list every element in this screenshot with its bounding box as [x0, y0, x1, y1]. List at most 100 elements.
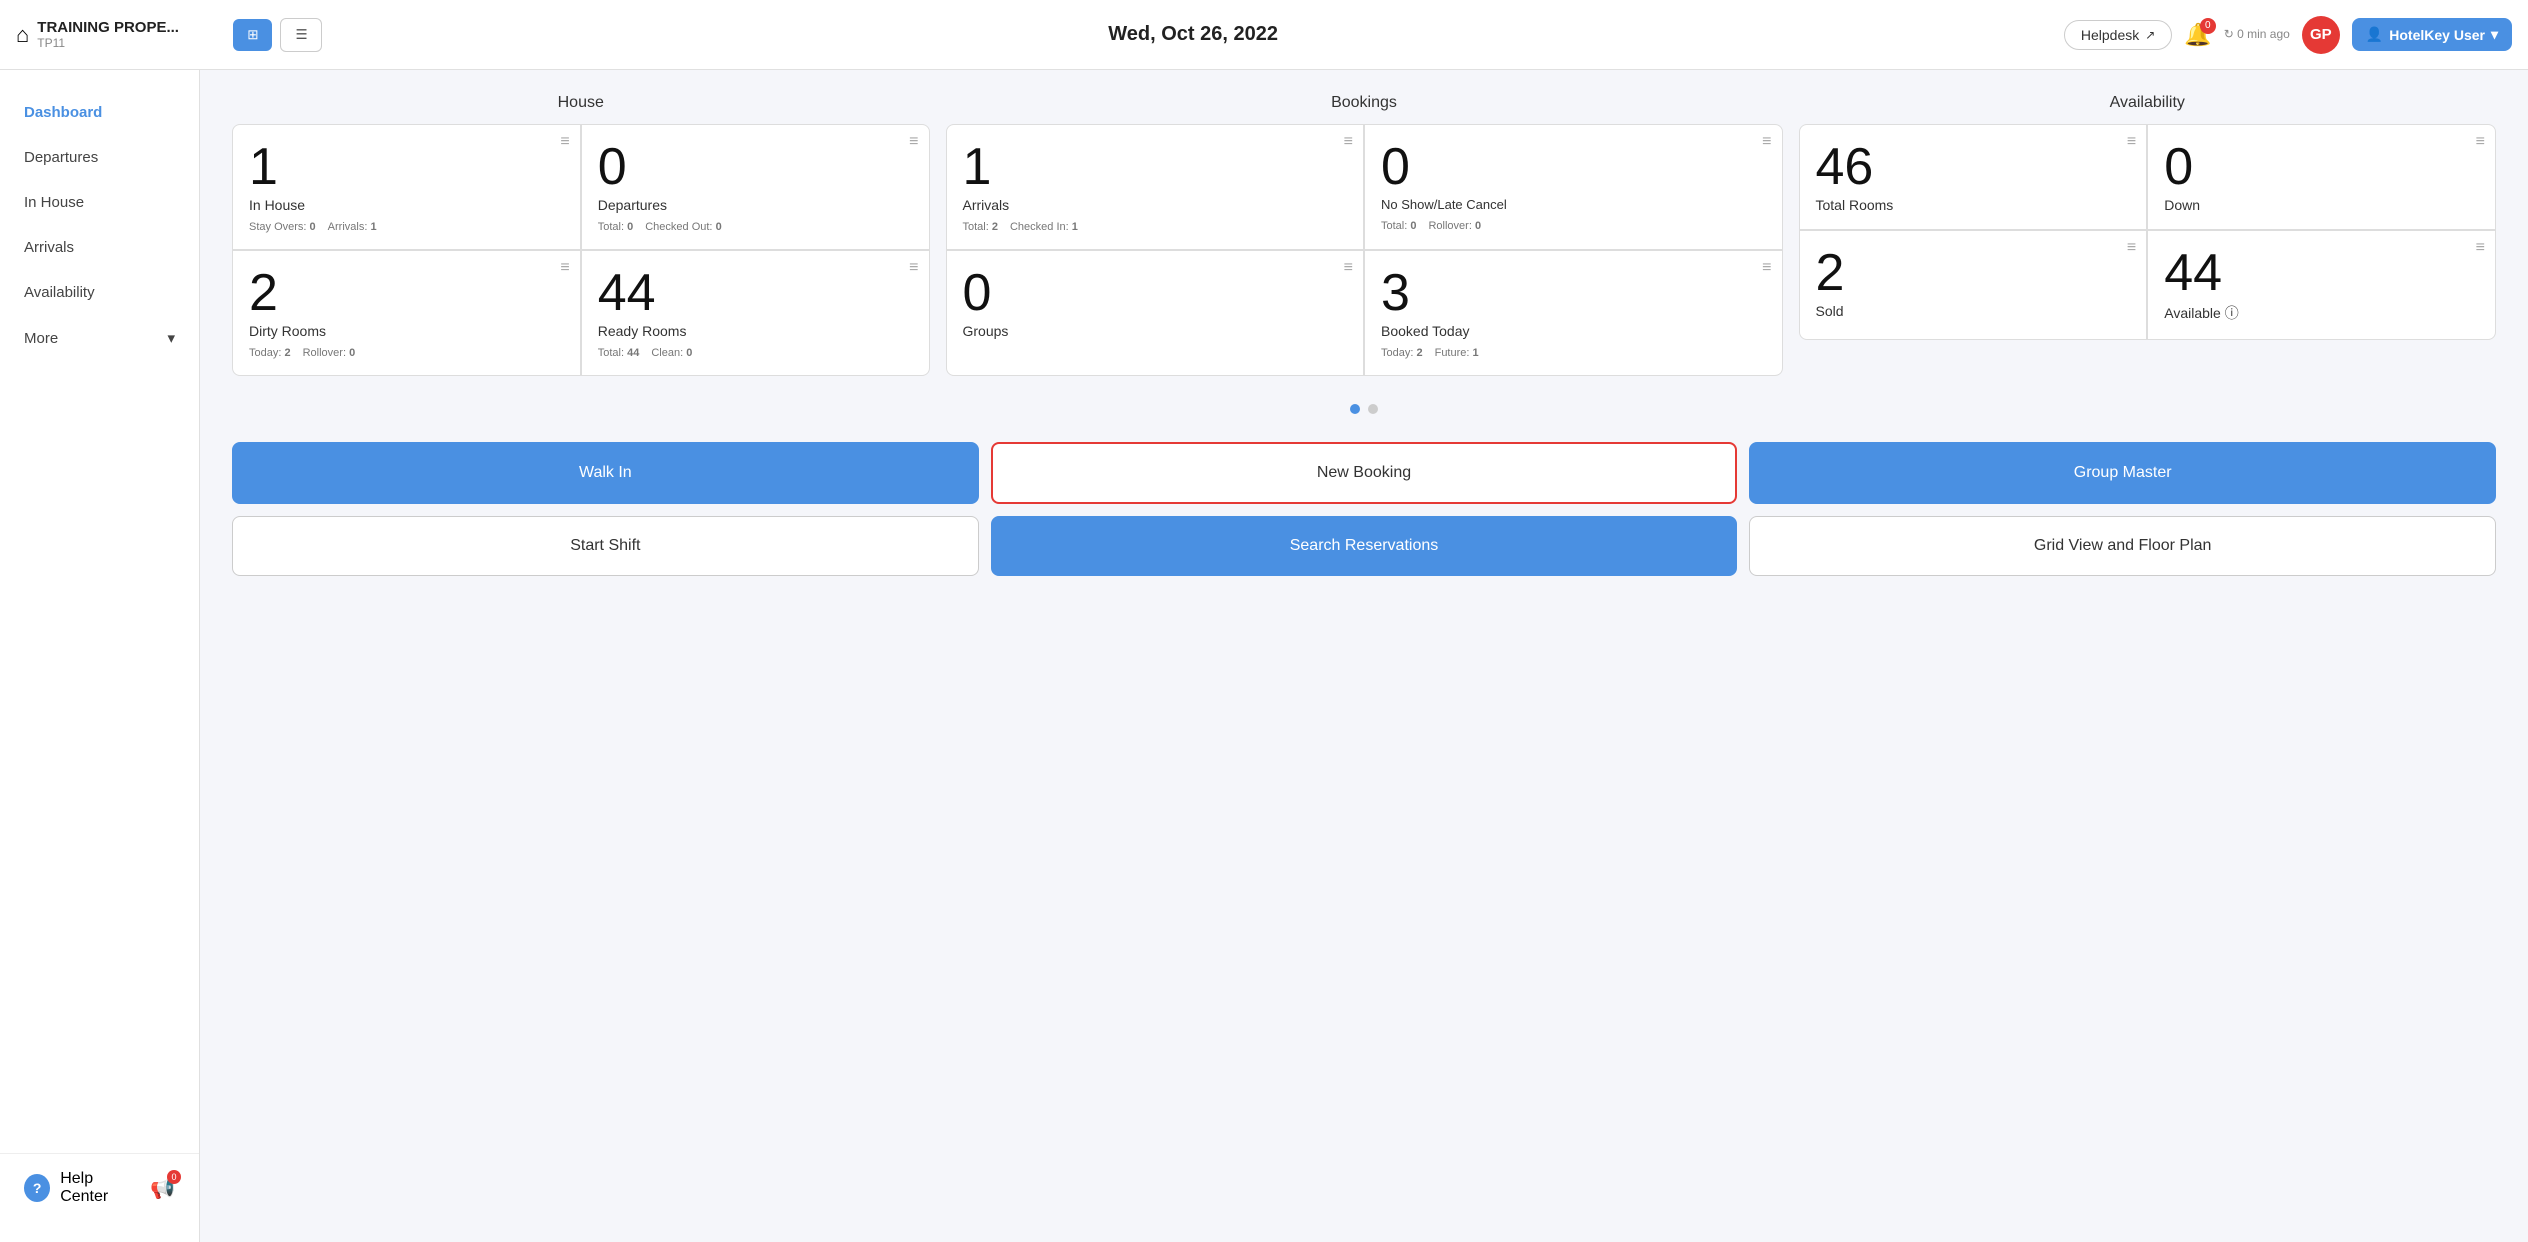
start-shift-button[interactable]: Start Shift — [232, 516, 979, 576]
dashboard-sections: House ≡ 1 In House Stay Overs: 0 Arrival… — [232, 94, 2496, 376]
bookings-card-noshow[interactable]: ≡ 0 No Show/Late Cancel Total: 0 Rollove… — [1365, 125, 1782, 249]
bookings-cards-grid: ≡ 1 Arrivals Total: 2 Checked In: 1 ≡ 0 … — [946, 124, 1783, 376]
groups-label: Groups — [963, 323, 1348, 339]
noshow-number: 0 — [1381, 141, 1766, 193]
filter-icon[interactable]: ≡ — [1762, 259, 1771, 277]
avatar: GP — [2302, 16, 2340, 54]
inhouse-sub2: Arrivals: 1 — [328, 221, 377, 233]
sidebar-footer: ? Help Center 📢 0 — [0, 1153, 199, 1222]
brand-name: TRAINING PROPE... — [37, 19, 217, 36]
filter-icon[interactable]: ≡ — [560, 133, 569, 151]
booked-sublabels: Today: 2 Future: 1 — [1381, 347, 1766, 359]
avail-card-available[interactable]: ≡ 44 Available ⓘ — [2148, 231, 2495, 339]
house-card-inhouse[interactable]: ≡ 1 In House Stay Overs: 0 Arrivals: 1 — [233, 125, 580, 249]
filter-icon[interactable]: ≡ — [2127, 239, 2136, 257]
filter-icon[interactable]: ≡ — [1344, 133, 1353, 151]
house-card-departures[interactable]: ≡ 0 Departures Total: 0 Checked Out: 0 — [582, 125, 929, 249]
megaphone-count: 0 — [167, 1170, 181, 1184]
house-card-dirty[interactable]: ≡ 2 Dirty Rooms Today: 2 Rollover: 0 — [233, 251, 580, 375]
ready-label: Ready Rooms — [598, 323, 913, 339]
megaphone-badge-wrap: 📢 0 — [150, 1176, 175, 1201]
dirty-sub1: Today: 2 — [249, 347, 291, 359]
noshow-sub1: Total: 0 — [1381, 220, 1416, 232]
house-card-ready[interactable]: ≡ 44 Ready Rooms Total: 44 Clean: 0 — [582, 251, 929, 375]
pagination-dots — [232, 396, 2496, 422]
house-title: House — [232, 94, 930, 112]
house-cards-grid: ≡ 1 In House Stay Overs: 0 Arrivals: 1 ≡… — [232, 124, 930, 376]
avail-card-down[interactable]: ≡ 0 Down — [2148, 125, 2495, 229]
search-reservations-button[interactable]: Search Reservations — [991, 516, 1738, 576]
filter-icon[interactable]: ≡ — [1344, 259, 1353, 277]
filter-icon[interactable]: ≡ — [560, 259, 569, 277]
grid-view-toggle[interactable]: ⊞ — [233, 19, 272, 51]
main-content: House ≡ 1 In House Stay Overs: 0 Arrival… — [200, 70, 2528, 1242]
group-master-button[interactable]: Group Master — [1749, 442, 2496, 504]
walk-in-button[interactable]: Walk In — [232, 442, 979, 504]
menu-toggle[interactable]: ☰ — [280, 18, 322, 52]
avail-card-sold[interactable]: ≡ 2 Sold — [1800, 231, 2147, 339]
action-buttons: Walk In New Booking Group Master Start S… — [232, 442, 2496, 576]
availability-section: Availability ≡ 46 Total Rooms ≡ 0 Down ≡ — [1799, 94, 2497, 376]
layout: Dashboard Departures In House Arrivals A… — [0, 70, 2528, 1242]
arrivals-number: 1 — [963, 141, 1348, 193]
header: ⌂ TRAINING PROPE... TP11 ⊞ ☰ Wed, Oct 26… — [0, 0, 2528, 70]
sync-icon: ↻ — [2224, 27, 2234, 41]
booked-label: Booked Today — [1381, 323, 1766, 339]
down-number: 0 — [2164, 141, 2479, 193]
notification-button[interactable]: 🔔 0 — [2184, 22, 2211, 48]
header-date: Wed, Oct 26, 2022 — [322, 23, 2063, 46]
booked-sub1: Today: 2 — [1381, 347, 1423, 359]
bookings-card-booked[interactable]: ≡ 3 Booked Today Today: 2 Future: 1 — [1365, 251, 1782, 375]
brand: TRAINING PROPE... TP11 — [37, 19, 217, 50]
help-center-button[interactable]: ? — [24, 1174, 50, 1202]
filter-icon[interactable]: ≡ — [2127, 133, 2136, 151]
dot-1[interactable] — [1350, 404, 1360, 414]
avail-card-total[interactable]: ≡ 46 Total Rooms — [1800, 125, 2147, 229]
external-link-icon: ↗ — [2145, 28, 2155, 42]
dirty-sublabels: Today: 2 Rollover: 0 — [249, 347, 564, 359]
dirty-number: 2 — [249, 267, 564, 319]
sidebar-item-availability[interactable]: Availability — [0, 270, 199, 315]
sidebar-item-arrivals[interactable]: Arrivals — [0, 225, 199, 270]
total-rooms-label: Total Rooms — [1816, 197, 2131, 213]
filter-icon[interactable]: ≡ — [1762, 133, 1771, 151]
departures-number: 0 — [598, 141, 913, 193]
sidebar-item-more[interactable]: More ▾ — [0, 315, 199, 361]
availability-cards-grid: ≡ 46 Total Rooms ≡ 0 Down ≡ 2 Sold — [1799, 124, 2497, 340]
bookings-section: Bookings ≡ 1 Arrivals Total: 2 Checked I… — [946, 94, 1783, 376]
grid-icon: ⊞ — [247, 27, 258, 42]
ready-sub2: Clean: 0 — [651, 347, 692, 359]
departures-sub1: Total: 0 — [598, 221, 633, 233]
booked-sub2: Future: 1 — [1435, 347, 1479, 359]
new-booking-button[interactable]: New Booking — [991, 442, 1738, 504]
filter-icon[interactable]: ≡ — [909, 259, 918, 277]
departures-sub2: Checked Out: 0 — [645, 221, 721, 233]
filter-icon[interactable]: ≡ — [2476, 133, 2485, 151]
sold-label: Sold — [1816, 303, 2131, 319]
user-menu-button[interactable]: 👤 HotelKey User ▾ — [2352, 18, 2512, 51]
helpdesk-button[interactable]: Helpdesk ↗ — [2064, 20, 2172, 50]
dot-2[interactable] — [1368, 404, 1378, 414]
sidebar-item-departures[interactable]: Departures — [0, 135, 199, 180]
bookings-title: Bookings — [946, 94, 1783, 112]
filter-icon[interactable]: ≡ — [2476, 239, 2485, 257]
notification-badge: 0 — [2200, 18, 2216, 34]
inhouse-sub1: Stay Overs: 0 — [249, 221, 316, 233]
header-right: Helpdesk ↗ 🔔 0 ↻ 0 min ago GP 👤 HotelKey… — [2064, 16, 2512, 54]
bookings-card-arrivals[interactable]: ≡ 1 Arrivals Total: 2 Checked In: 1 — [947, 125, 1364, 249]
user-icon: 👤 — [2366, 26, 2383, 43]
sidebar-item-inhouse[interactable]: In House — [0, 180, 199, 225]
hamburger-icon: ☰ — [295, 27, 307, 42]
noshow-sublabels: Total: 0 Rollover: 0 — [1381, 220, 1766, 232]
brand-wrap: ⌂ TRAINING PROPE... TP11 — [16, 19, 217, 50]
dirty-label: Dirty Rooms — [249, 323, 564, 339]
home-icon: ⌂ — [16, 22, 29, 48]
sidebar-item-dashboard[interactable]: Dashboard — [0, 90, 199, 135]
grid-view-floor-plan-button[interactable]: Grid View and Floor Plan — [1749, 516, 2496, 576]
available-number: 44 — [2164, 247, 2479, 299]
sync-info: ↻ 0 min ago — [2224, 27, 2290, 43]
bookings-card-groups[interactable]: ≡ 0 Groups — [947, 251, 1364, 375]
total-rooms-number: 46 — [1816, 141, 2131, 193]
filter-icon[interactable]: ≡ — [909, 133, 918, 151]
ready-number: 44 — [598, 267, 913, 319]
